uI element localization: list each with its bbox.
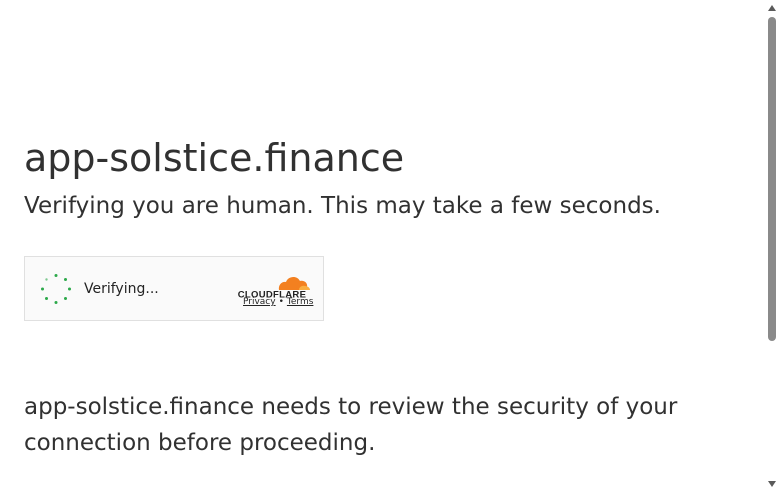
verification-subtitle: Verifying you are human. This may take a… [24,193,661,219]
turnstile-widget[interactable]: Verifying... CLOUDFLARE Privacy • Terms [24,256,324,321]
page-title: app-solstice.finance [24,136,405,180]
scroll-up-arrow-icon[interactable] [768,5,776,11]
terms-link[interactable]: Terms [287,297,314,307]
scroll-down-arrow-icon[interactable] [768,481,776,487]
widget-links: Privacy • Terms [243,297,313,308]
loading-spinner-icon [41,274,71,304]
scrollbar-thumb[interactable] [768,17,776,341]
privacy-link[interactable]: Privacy [243,297,276,307]
verifying-status: Verifying... [84,281,159,297]
link-separator: • [278,297,284,307]
vertical-scrollbar[interactable] [765,0,780,493]
cloudflare-logo: CLOUDFLARE [238,276,310,299]
review-message: app-solstice.finance needs to review the… [24,394,678,456]
